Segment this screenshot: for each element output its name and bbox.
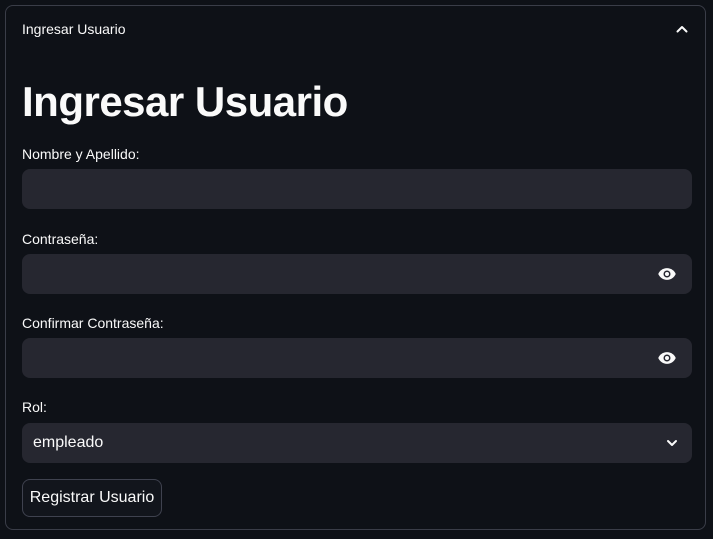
name-input[interactable] [22, 169, 692, 209]
chevron-up-icon[interactable] [673, 20, 691, 38]
name-field[interactable] [22, 169, 692, 209]
eye-icon[interactable] [656, 264, 678, 284]
eye-icon[interactable] [656, 348, 678, 368]
page-title: Ingresar Usuario [22, 78, 348, 125]
role-label: Rol: [22, 399, 47, 415]
password-input[interactable] [22, 254, 692, 294]
confirm-password-input[interactable] [22, 338, 692, 378]
confirm-password-field[interactable] [22, 338, 692, 378]
role-select[interactable]: empleado [22, 423, 692, 463]
chevron-down-icon [667, 440, 677, 446]
confirm-password-label: Confirmar Contraseña: [22, 315, 164, 331]
password-field[interactable] [22, 254, 692, 294]
user-form-expander: Ingresar Usuario Ingresar Usuario Nombre… [5, 5, 706, 530]
name-label: Nombre y Apellido: [22, 146, 140, 162]
register-user-button[interactable]: Registrar Usuario [22, 479, 162, 517]
expander-header[interactable]: Ingresar Usuario [6, 6, 705, 52]
role-selected-value: empleado [33, 434, 104, 451]
expander-title: Ingresar Usuario [22, 21, 126, 37]
password-label: Contraseña: [22, 231, 99, 247]
